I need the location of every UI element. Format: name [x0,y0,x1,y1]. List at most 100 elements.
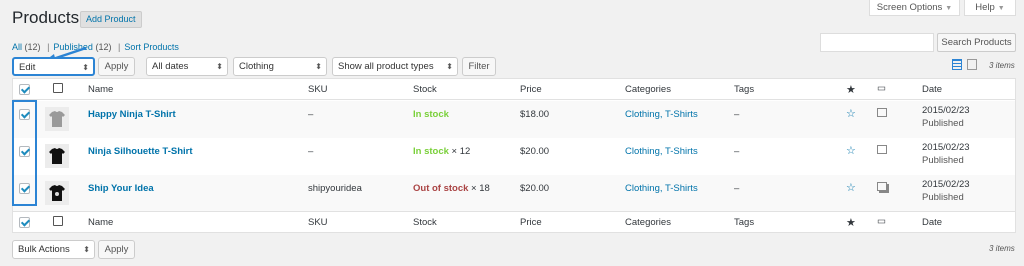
image-column-icon [53,83,63,93]
product-name-link[interactable]: Ship Your Idea [88,183,154,194]
product-tags: – [734,109,740,120]
sort-products-link[interactable]: Sort Products [124,42,179,52]
date-filter-select[interactable]: All dates ⬍ [146,57,228,76]
excerpt-view-icon[interactable] [967,59,977,70]
product-thumbnail [45,107,69,131]
select-all-checkbox[interactable] [19,217,30,228]
filter-button[interactable]: Filter [462,57,496,76]
category-filter-value: Clothing [239,61,274,72]
table-row: Happy Ninja T-Shirt – In stock $18.00 Cl… [13,101,1015,138]
search-products-button[interactable]: Search Products [937,33,1016,52]
bottom-bulk-action-value: Bulk Actions [18,244,70,255]
add-product-button[interactable]: Add Product [80,11,142,28]
stock-status: In stock [413,146,449,157]
column-date[interactable]: Date [922,84,942,95]
screen-options-tab[interactable]: Screen Options ▼ [869,0,960,16]
product-categories[interactable]: Clothing, T-Shirts [625,183,698,194]
search-input[interactable] [820,33,934,52]
bulk-action-value: Edit [19,62,36,73]
product-name-link[interactable]: Ninja Silhouette T-Shirt [88,146,193,157]
bottom-items-count: 3 items [989,244,1015,253]
product-type-column-icon: ▭ [877,216,886,227]
product-price: $20.00 [520,146,550,157]
product-date: 2015/02/23 [922,105,970,116]
column-stock: Stock [413,84,437,95]
product-type-column-icon: ▭ [877,83,886,94]
column-sku[interactable]: SKU [308,217,328,228]
select-caret-icon: ⬍ [315,62,322,71]
column-name[interactable]: Name [88,84,113,95]
product-status: Published [922,192,964,203]
product-thumbnail [45,144,69,168]
dropdown-triangle-icon: ▼ [997,5,1005,12]
product-sku: – [308,109,314,120]
column-tags: Tags [734,84,755,95]
date-filter-value: All dates [152,61,189,72]
dropdown-triangle-icon: ▼ [945,5,953,12]
stock-status: Out of stock [413,183,469,194]
column-price[interactable]: Price [520,217,542,228]
products-table: Name SKU Stock Price Categories Tags ★ ▭… [12,78,1016,233]
product-tags: – [734,146,740,157]
featured-star-icon[interactable]: ☆ [846,181,856,194]
list-view-icon[interactable] [952,59,962,70]
image-column-icon [53,216,63,226]
featured-star-icon[interactable]: ☆ [846,107,856,120]
column-categories: Categories [625,84,671,95]
product-status: Published [922,118,964,129]
stock-quantity: × 12 [448,146,471,157]
table-row: Ship Your Idea shipyouridea Out of stock… [13,175,1015,212]
product-name-link[interactable]: Happy Ninja T-Shirt [88,109,176,120]
apply-button[interactable]: Apply [98,57,135,76]
product-type-select[interactable]: Show all product types ⬍ [332,57,458,76]
column-date[interactable]: Date [922,217,942,228]
table-row: Ninja Silhouette T-Shirt – In stock × 12… [13,138,1015,175]
help-tab[interactable]: Help ▼ [964,0,1016,16]
black-tshirt-icon [49,185,65,201]
status-filter-links: All (12) | Published (12) | Sort Products [12,42,179,52]
product-stock: In stock × 12 [413,146,470,157]
product-categories[interactable]: Clothing, T-Shirts [625,146,698,157]
items-count: 3 items [989,61,1015,70]
simple-product-icon [877,145,887,154]
black-tshirt-icon [49,148,65,164]
checkbox-highlight-annotation [12,100,37,206]
product-sku: shipyouridea [308,183,362,194]
stock-quantity: × 18 [468,183,490,194]
product-type-value: Show all product types [338,61,434,72]
column-stock: Stock [413,217,437,228]
screen-options-label: Screen Options [876,2,943,13]
bottom-apply-button[interactable]: Apply [98,240,135,259]
column-tags: Tags [734,217,755,228]
column-price[interactable]: Price [520,84,542,95]
product-stock: Out of stock × 18 [413,183,490,194]
column-name[interactable]: Name [88,217,113,228]
page-title: Products [12,8,80,27]
category-filter-select[interactable]: Clothing ⬍ [233,57,327,76]
featured-star-icon[interactable]: ☆ [846,144,856,157]
product-sku: – [308,146,314,157]
column-sku[interactable]: SKU [308,84,328,95]
product-stock: In stock [413,109,449,120]
column-categories: Categories [625,217,671,228]
help-label: Help [975,2,995,13]
grey-tshirt-icon [49,111,65,127]
all-count: (12) [24,42,41,52]
featured-column-star-icon[interactable]: ★ [846,216,856,229]
select-caret-icon: ⬍ [82,63,89,72]
select-caret-icon: ⬍ [83,245,90,254]
product-price: $18.00 [520,109,550,120]
product-tags: – [734,183,740,194]
product-price: $20.00 [520,183,550,194]
featured-column-star-icon[interactable]: ★ [846,83,856,96]
product-categories[interactable]: Clothing, T-Shirts [625,109,698,120]
stock-status: In stock [413,109,449,120]
variable-product-icon [877,182,887,191]
filter-all-link[interactable]: All [12,42,22,52]
bottom-bulk-action-select[interactable]: Bulk Actions ⬍ [12,240,95,259]
bulk-action-select[interactable]: Edit ⬍ [12,57,95,76]
published-count: (12) [95,42,112,52]
product-thumbnail [45,181,69,205]
simple-product-icon [877,108,887,117]
select-all-checkbox[interactable] [19,84,30,95]
